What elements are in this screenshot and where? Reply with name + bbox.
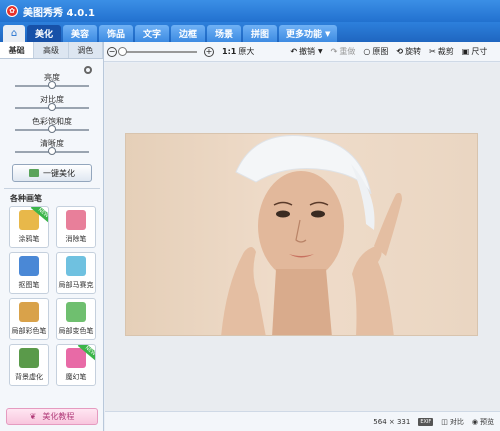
subtab-basic[interactable]: 基础 (0, 42, 35, 58)
paintbrush-icon (19, 302, 39, 322)
original-image-button[interactable]: ○ 原图 (363, 46, 388, 57)
tool-background-blur[interactable]: 背景虚化 (9, 344, 49, 386)
resize-button[interactable]: ▣ 尺寸 (462, 46, 488, 57)
beautify-tutorial-button[interactable]: ❦ 美化教程 (6, 408, 98, 425)
slider-track[interactable] (15, 103, 89, 111)
slider-handle[interactable] (48, 81, 56, 89)
section-title: 各种画笔 (10, 194, 42, 203)
tool-doodle-brush[interactable]: 涂鸦笔 NEW (9, 206, 49, 248)
footprint-icon: ❦ (29, 412, 37, 421)
tool-eraser-brush[interactable]: 消除笔 (56, 206, 96, 248)
mosaic-icon (66, 256, 86, 276)
slider-handle[interactable] (48, 125, 56, 133)
tool-local-recolor-brush[interactable]: 局部变色笔 (56, 298, 96, 340)
compare-icon: ◫ (441, 417, 448, 426)
zoom-in-icon[interactable]: + (204, 46, 214, 57)
subtab-advanced[interactable]: 高级 (34, 42, 69, 58)
undo-icon: ↶ (290, 47, 298, 56)
tab-text[interactable]: 文字 (135, 25, 169, 42)
tool-local-color-brush[interactable]: 局部彩色笔 (9, 298, 49, 340)
slider-contrast: 对比度 (0, 94, 104, 111)
scissors-icon: ✂ (429, 47, 436, 56)
slider-handle[interactable] (48, 103, 56, 111)
divider (4, 188, 100, 189)
slider-sharpness: 清晰度 (0, 138, 104, 155)
slider-handle[interactable] (48, 147, 56, 155)
crop-button[interactable]: ✂ 裁剪 (429, 46, 454, 57)
portrait-photo-illustration (221, 135, 402, 335)
image-dimensions: 564 × 331 (373, 417, 411, 426)
slider-track[interactable] (15, 125, 89, 133)
edit-toolbar: − + 1:1 原大 ↶ 撤销 ▼ ↷ 重做 ○ 原图 ⟲ 旋转 ✂ 裁剪 ▣ … (104, 42, 500, 62)
tab-border[interactable]: 边框 (171, 25, 205, 42)
cutout-icon (19, 256, 39, 276)
adjustment-panel: 基础 高级 调色 亮度 对比度 色彩饱和度 清晰度 一键美化 各种画笔 涂鸦笔 … (0, 42, 104, 431)
chevron-down-icon: ▼ (325, 29, 331, 38)
slider-track[interactable] (15, 147, 89, 155)
slider-saturation: 色彩饱和度 (0, 116, 104, 133)
app-window: ✿ 美图秀秀 4.0.1 ⌂ 美化 美容 饰品 文字 边框 场景 拼图 更多功能… (0, 0, 500, 431)
resize-icon: ▣ (461, 47, 470, 56)
rotate-button[interactable]: ⟲ 旋转 (396, 46, 421, 57)
original-size-button[interactable]: 1:1 原大 (222, 46, 254, 57)
zoom-slider-handle[interactable] (118, 46, 127, 56)
app-logo-icon: ✿ (6, 5, 18, 17)
exif-button[interactable]: EXIF (418, 417, 434, 426)
tab-more-features[interactable]: 更多功能 ▼ (279, 25, 338, 42)
zoom-out-icon[interactable]: − (107, 46, 117, 57)
status-bar: 564 × 331 EXIF ◫ 对比 ◉ 预览 (105, 411, 500, 431)
paint-bucket-icon (66, 302, 86, 322)
image-canvas[interactable] (105, 63, 500, 411)
tool-magic-brush[interactable]: 魔幻笔 NEW (56, 344, 96, 386)
blur-icon (19, 348, 39, 368)
tool-cutout-brush[interactable]: 抠图笔 (9, 252, 49, 294)
preview-button[interactable]: ◉ 预览 (472, 417, 494, 427)
portrait-photo[interactable] (125, 133, 478, 336)
magic-wand-icon (29, 169, 39, 177)
tool-local-mosaic[interactable]: 局部马赛克 (56, 252, 96, 294)
subtab-color[interactable]: 调色 (69, 42, 103, 58)
chevron-down-icon[interactable]: ▼ (318, 48, 323, 55)
circle-icon: ○ (363, 47, 371, 56)
compare-button[interactable]: ◫ 对比 (441, 417, 464, 427)
slider-brightness: 亮度 (0, 72, 104, 89)
redo-button[interactable]: ↷ 重做 (331, 46, 356, 57)
slider-track[interactable] (15, 81, 89, 89)
tab-accessories[interactable]: 饰品 (99, 25, 133, 42)
eraser-icon (66, 210, 86, 230)
preview-icon: ◉ (471, 417, 478, 426)
tab-beautify[interactable]: 美化 (27, 25, 61, 42)
tab-collage[interactable]: 拼图 (243, 25, 277, 42)
zoom-slider[interactable] (118, 46, 197, 56)
undo-button[interactable]: ↶ 撤销 ▼ (290, 46, 322, 57)
adjustment-subtabs: 基础 高级 调色 (0, 42, 103, 59)
rotate-icon: ⟲ (396, 47, 404, 56)
tab-scene[interactable]: 场景 (207, 25, 241, 42)
main-tab-bar: ⌂ 美化 美容 饰品 文字 边框 场景 拼图 更多功能 ▼ (0, 22, 500, 42)
one-key-beautify-button[interactable]: 一键美化 (12, 164, 92, 182)
one-to-one-icon: 1:1 (222, 47, 237, 56)
window-title: 美图秀秀 4.0.1 (23, 7, 95, 19)
redo-icon: ↷ (330, 47, 338, 56)
title-bar: ✿ 美图秀秀 4.0.1 (0, 0, 500, 22)
tab-beauty[interactable]: 美容 (63, 25, 97, 42)
home-tab-icon[interactable]: ⌂ (3, 25, 25, 42)
